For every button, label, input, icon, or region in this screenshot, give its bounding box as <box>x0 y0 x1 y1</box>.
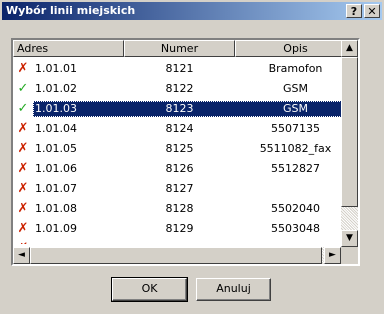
cell-adres: 1.01.03 <box>35 102 77 115</box>
cell-numer: 8130 <box>124 239 235 244</box>
cell-numer: 8125 <box>165 142 194 155</box>
close-button[interactable]: ✕ <box>364 4 380 18</box>
cell-numer: 8124 <box>165 122 194 135</box>
cell-adres: 1.01.04 <box>35 122 77 135</box>
cell-opis: 5503048 <box>271 222 320 235</box>
cross-icon: ✗ <box>17 221 29 236</box>
vertical-scroll-thumb[interactable] <box>341 57 358 207</box>
table-row[interactable]: ✓ 1.01.02 8122 GSM <box>13 79 356 99</box>
cross-icon: ✗ <box>17 181 29 196</box>
scroll-corner <box>341 247 358 264</box>
table-row[interactable]: ✓ 1.01.03 8123 GSM <box>13 99 356 119</box>
scroll-up-icon[interactable]: ▲ <box>341 40 358 57</box>
cell-adres: 1.01.07 <box>35 182 77 195</box>
lines-list[interactable]: Adres Numer Opis ✗ 1.01.01 8121 Bramofon ✓ 1.… <box>11 38 360 266</box>
column-header-opis[interactable]: Opis <box>235 40 356 57</box>
cancel-button-label: Anuluj <box>216 282 251 295</box>
horizontal-scroll-thumb[interactable] <box>30 247 322 264</box>
cell-numer: 8126 <box>165 162 194 175</box>
cross-icon: ✗ <box>17 141 29 156</box>
title-bar[interactable]: Wybór linii miejskich ? ✕ <box>2 2 382 20</box>
cell-opis: GSM <box>283 82 308 95</box>
cross-icon: ✗ <box>17 121 29 136</box>
cell-numer: 8123 <box>165 102 194 115</box>
cell-opis: Bramofon <box>268 62 323 75</box>
table-row[interactable]: ✗ 1.01.07 8127 <box>13 179 356 199</box>
table-row[interactable]: ✗ 1.01.01 8121 Bramofon <box>13 59 356 79</box>
cell-opis: 5511082_fax <box>259 142 332 155</box>
cell-numer: 8122 <box>165 82 194 95</box>
cancel-button[interactable]: Anuluj <box>196 278 271 301</box>
cross-icon: ✗ <box>16 239 30 244</box>
cell-opis: 5502040 <box>271 202 320 215</box>
cross-icon: ✗ <box>17 161 29 176</box>
cell-adres: 1.01.02 <box>35 82 77 95</box>
window-title: Wybór linii miejskich <box>6 4 136 17</box>
cell-numer: 8128 <box>165 202 194 215</box>
list-header: Adres Numer Opis <box>13 40 356 57</box>
cell-adres: 1.01.10 <box>35 239 77 244</box>
list-rows: ✗ 1.01.01 8121 Bramofon ✓ 1.01.02 8122 GSM ✓ 1.01… <box>13 59 356 244</box>
checkmark-icon: ✓ <box>17 81 29 96</box>
cross-icon: ✗ <box>17 61 29 76</box>
horizontal-scrollbar[interactable]: ◄ ► <box>13 247 341 264</box>
table-row[interactable]: ✗ 1.01.08 8128 5502040 <box>13 199 356 219</box>
vertical-scrollbar[interactable]: ▲ ▼ <box>341 40 358 247</box>
cell-numer: 8129 <box>165 222 194 235</box>
table-row[interactable]: ✗ 1.01.09 8129 5503048 <box>13 219 356 239</box>
cell-numer: 8121 <box>165 62 194 75</box>
table-row[interactable]: ✗ 1.01.06 8126 5512827 <box>13 159 356 179</box>
ok-button[interactable]: OK <box>111 277 188 302</box>
cell-adres: 1.01.06 <box>35 162 77 175</box>
table-row[interactable]: ✗ 1.01.10 81305518049 <box>13 239 356 244</box>
cell-numer: 8127 <box>165 182 194 195</box>
scroll-right-icon[interactable]: ► <box>324 247 341 264</box>
dialog-window: Wybór linii miejskich ? ✕ Adres Numer Op… <box>0 0 384 314</box>
cross-icon: ✗ <box>17 201 29 216</box>
help-button[interactable]: ? <box>346 4 362 18</box>
cell-adres: 1.01.08 <box>35 202 77 215</box>
cell-opis: 5512827 <box>271 162 320 175</box>
table-row[interactable]: ✗ 1.01.05 8125 5511082_fax <box>13 139 356 159</box>
cell-adres: 1.01.05 <box>35 142 77 155</box>
scroll-down-icon[interactable]: ▼ <box>341 230 358 247</box>
column-header-numer[interactable]: Numer <box>124 40 235 57</box>
column-header-adres[interactable]: Adres <box>13 40 124 57</box>
checkmark-icon: ✓ <box>17 101 29 116</box>
ok-button-label: OK <box>141 282 158 295</box>
cell-opis: GSM <box>283 102 308 115</box>
cell-opis: 5518049 <box>235 239 356 244</box>
cell-adres: 1.01.09 <box>35 222 77 235</box>
cell-adres: 1.01.01 <box>35 62 77 75</box>
scroll-left-icon[interactable]: ◄ <box>13 247 30 264</box>
cell-opis: 5507135 <box>271 122 320 135</box>
table-row[interactable]: ✗ 1.01.04 8124 5507135 <box>13 119 356 139</box>
